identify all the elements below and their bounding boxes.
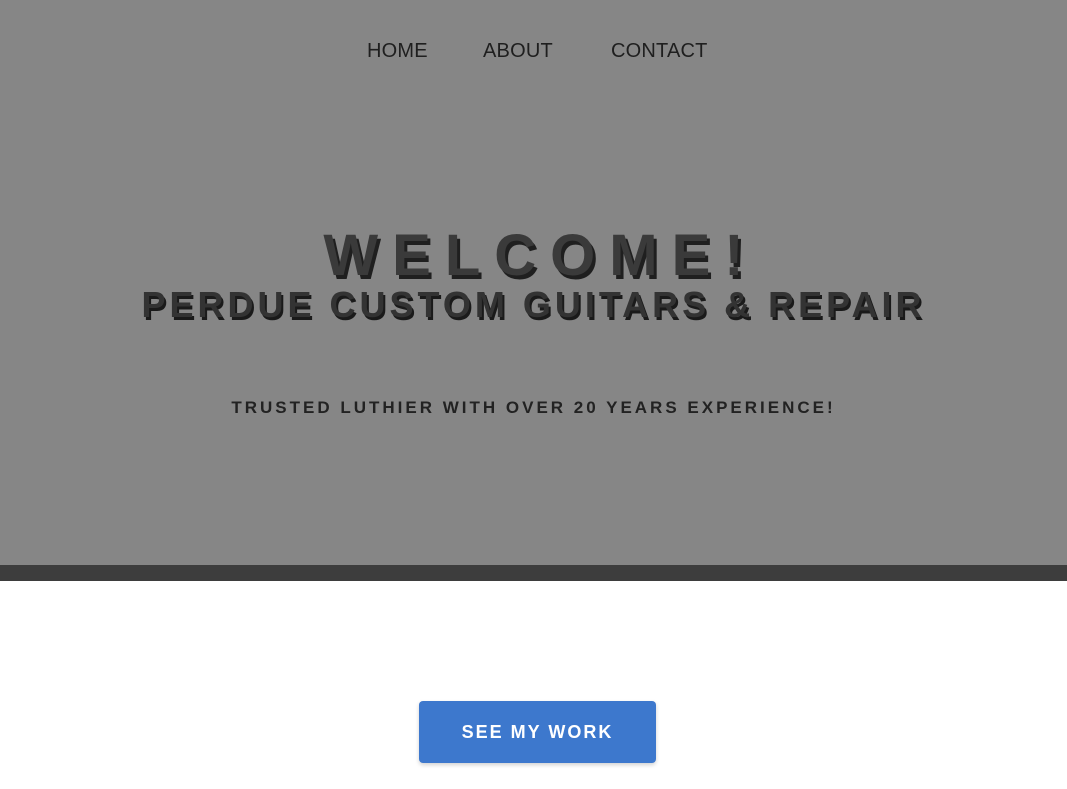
business-name-heading: PERDUE CUSTOM GUITARS & REPAIR xyxy=(141,284,926,325)
welcome-heading: WELCOME! xyxy=(323,223,758,288)
see-my-work-button[interactable]: SEE MY WORK xyxy=(419,701,656,763)
hero-divider-bar xyxy=(0,565,1067,581)
hero-section: HOME ABOUT CONTACT WELCOME! PERDUE CUSTO… xyxy=(0,0,1067,565)
main-nav: HOME ABOUT CONTACT xyxy=(0,39,1067,65)
nav-link-home[interactable]: HOME xyxy=(367,39,428,63)
nav-link-about[interactable]: ABOUT xyxy=(483,39,553,63)
nav-link-contact[interactable]: CONTACT xyxy=(611,39,708,63)
hero-tagline: TRUSTED LUTHIER WITH OVER 20 YEARS EXPER… xyxy=(231,398,836,417)
